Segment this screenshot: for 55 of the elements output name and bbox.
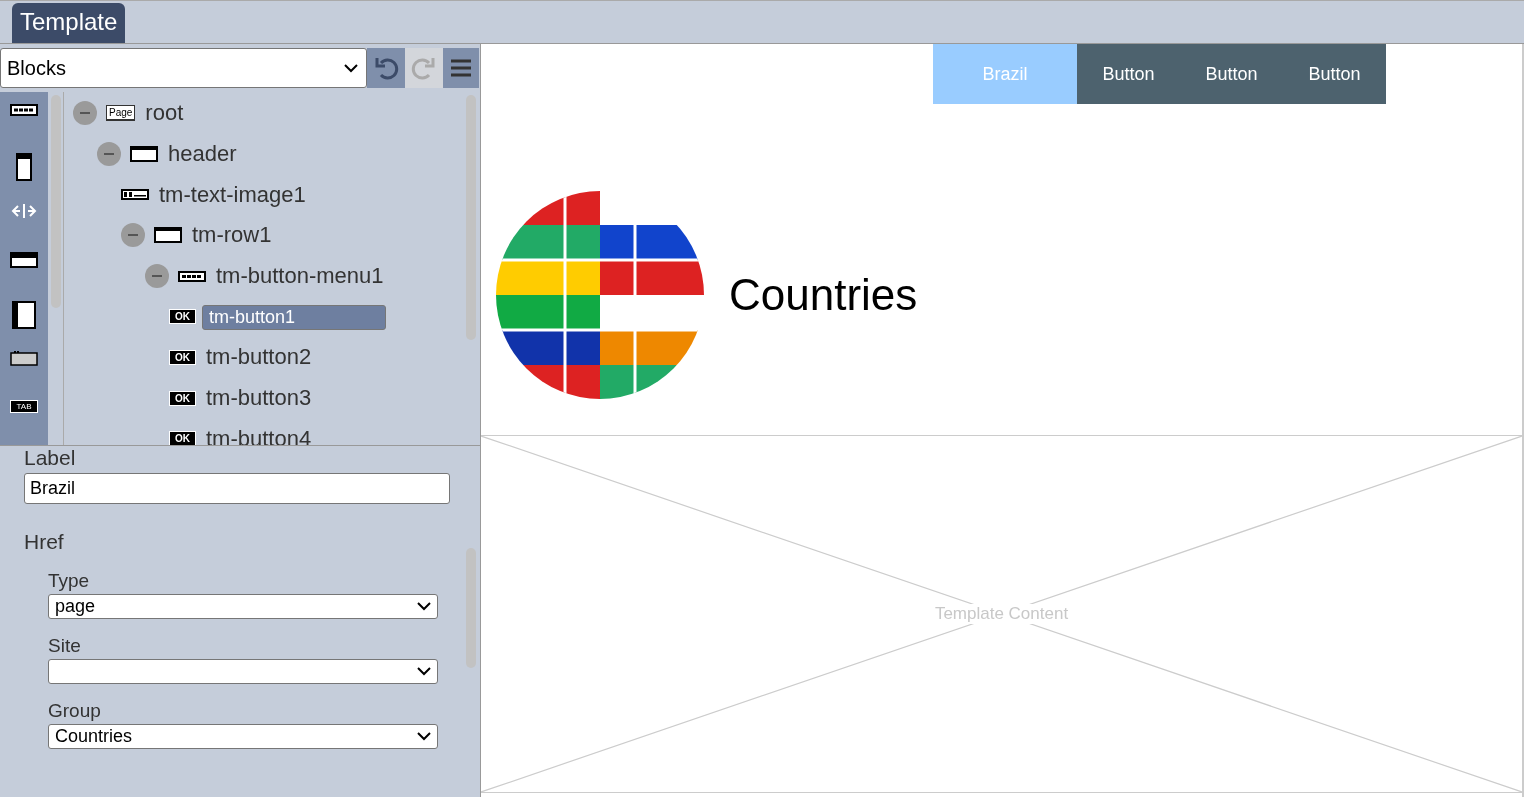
collapse-toggle[interactable] — [73, 101, 97, 126]
tree-item[interactable]: tm-text-image1 — [155, 179, 310, 210]
row-icon — [130, 146, 158, 163]
template-tab[interactable]: Template — [12, 3, 126, 43]
tab-icon[interactable]: TAB — [9, 399, 39, 413]
tree-item[interactable]: tm-button-menu1 — [212, 261, 388, 292]
button-icon: OK — [169, 349, 196, 365]
row-icon — [154, 227, 182, 244]
button-icon: OK — [169, 431, 196, 445]
scrollbar-thumb[interactable] — [466, 548, 476, 668]
nav-button[interactable]: Button — [1077, 44, 1180, 104]
dropdown[interactable] — [48, 659, 438, 684]
tree-item[interactable]: root — [141, 98, 188, 129]
scrollbar-thumb[interactable] — [466, 95, 476, 340]
sidebar-panel-icon[interactable] — [12, 301, 36, 330]
chevron-icon — [344, 63, 358, 73]
tree-item[interactable]: header — [164, 139, 241, 170]
collapse-toggle[interactable] — [145, 264, 169, 289]
page-icon: Page — [106, 105, 136, 122]
dropdown[interactable]: Countries — [48, 724, 438, 749]
menu-icon — [450, 58, 472, 78]
label-input[interactable]: Brazil — [24, 473, 450, 504]
page-title: Countries — [729, 270, 918, 320]
dropdown[interactable]: page — [48, 594, 438, 619]
section-heading: Href — [24, 530, 65, 554]
chevron-icon — [417, 602, 431, 611]
header-bar-icon[interactable] — [10, 251, 38, 268]
chevron-icon — [417, 667, 431, 676]
collapse-toggle[interactable] — [121, 223, 145, 248]
tree-item[interactable]: tm-button3 — [202, 383, 316, 414]
text-image-icon — [121, 189, 149, 201]
field-label: Label — [24, 446, 77, 470]
menu-bar-icon — [178, 270, 206, 282]
button-icon: OK — [169, 390, 196, 406]
menu-button[interactable] — [443, 48, 479, 88]
undo-icon — [373, 55, 399, 81]
field-label: Type — [48, 570, 91, 592]
scrollbar-thumb[interactable] — [50, 95, 61, 308]
blocks-dropdown[interactable]: Blocks — [0, 48, 367, 88]
column-panel-icon[interactable] — [16, 153, 32, 182]
nav-button[interactable]: Button — [1180, 44, 1283, 104]
chevron-icon — [417, 732, 431, 741]
tree-item[interactable]: tm-row1 — [188, 220, 276, 251]
field-label: Group — [48, 700, 102, 722]
menu-bar-icon[interactable] — [10, 104, 38, 116]
button-icon: OK — [169, 309, 196, 325]
box-icon[interactable] — [10, 350, 38, 367]
tree-item[interactable]: tm-button2 — [202, 342, 316, 373]
collapse-toggle[interactable] — [97, 142, 121, 167]
field-label: Site — [48, 635, 82, 657]
nav-button[interactable]: Button — [1283, 44, 1386, 104]
split-arrows-icon[interactable] — [10, 202, 38, 219]
redo-icon — [411, 55, 437, 81]
undo-button[interactable] — [367, 48, 405, 88]
tree-item[interactable]: tm-button1 — [202, 305, 386, 331]
